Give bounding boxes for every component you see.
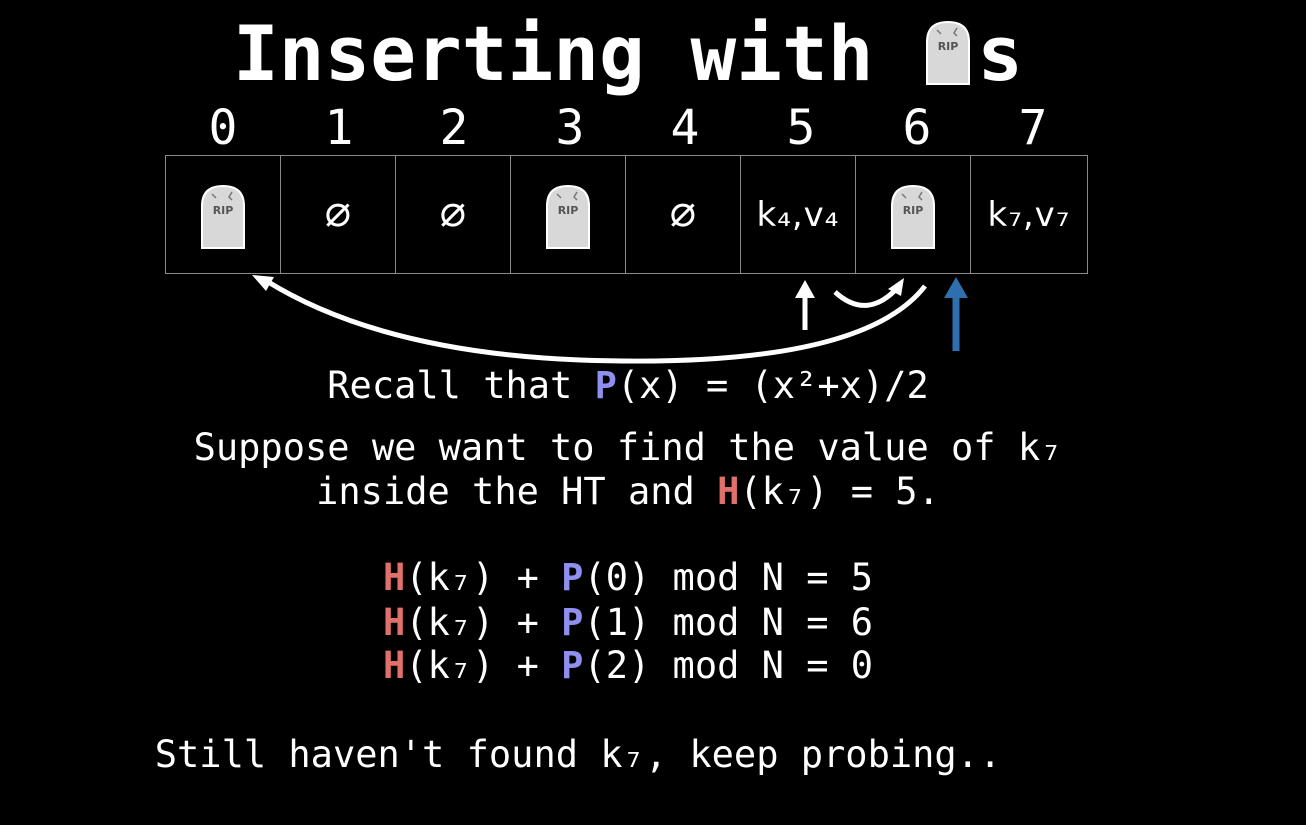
suppose-value: (k₇) = 5. xyxy=(739,470,940,513)
hash-function-label: H xyxy=(382,601,406,644)
curved-arrow-5-to-6 xyxy=(833,283,902,308)
key-value-pair: k₄,v₄ xyxy=(756,194,840,235)
index-label: 5 xyxy=(786,100,816,156)
table-cell-7: k₇,v₇ xyxy=(971,156,1087,273)
slide-title: Inserting with RIP s xyxy=(0,8,1256,100)
hash-function-label: H xyxy=(382,644,406,687)
tomb-label: RIP xyxy=(903,204,924,217)
recall-line: Recall that P(x) = (x²+x)/2 xyxy=(0,364,1256,408)
curved-arrow-6-to-0 xyxy=(263,277,927,364)
table-cell-4: ∅ xyxy=(626,156,741,273)
probe-function-label: P xyxy=(561,644,584,687)
blue-up-arrow xyxy=(944,277,968,351)
tomb-label: RIP xyxy=(213,204,234,217)
probe-result: (1) mod N = 6 xyxy=(583,601,874,644)
null-symbol: ∅ xyxy=(324,189,352,240)
footer-line: Still haven't found k₇, keep probing.. xyxy=(154,733,1002,776)
table-cell-5: k₄,v₄ xyxy=(741,156,856,273)
tomb-label: RIP xyxy=(558,204,579,217)
key-value-pair: k₇,v₇ xyxy=(987,194,1071,235)
table-cell-6: RIP xyxy=(856,156,971,273)
probe-text: (k₇) + xyxy=(405,556,562,599)
hash-function-label: H xyxy=(717,470,740,513)
recall-formula: (x) = (x²+x)/2 xyxy=(616,364,929,407)
index-label: 3 xyxy=(555,100,585,156)
probe-result: (0) mod N = 5 xyxy=(583,556,874,599)
table-cell-2: ∅ xyxy=(396,156,511,273)
suppose-text: inside the HT and xyxy=(316,470,718,513)
index-label: 1 xyxy=(324,100,354,156)
index-label: 7 xyxy=(1018,100,1048,156)
index-label: 4 xyxy=(670,100,700,156)
probe-line-2: H(k₇) + P(2) mod N = 0 xyxy=(0,644,1256,688)
probe-line-1: H(k₇) + P(1) mod N = 6 xyxy=(0,601,1256,645)
probe-function-label: P xyxy=(594,364,617,407)
probe-line-0: H(k₇) + P(0) mod N = 5 xyxy=(0,556,1256,600)
probe-text: (k₇) + xyxy=(405,644,562,687)
table-cell-1: ∅ xyxy=(281,156,396,273)
probe-text: (k₇) + xyxy=(405,601,562,644)
probe-function-label: P xyxy=(561,601,584,644)
tombstone-icon: RIP xyxy=(201,184,245,249)
suppose-line-2: inside the HT and H(k₇) = 5. xyxy=(0,470,1256,514)
tombstone-icon: RIP xyxy=(891,184,935,249)
hash-function-label: H xyxy=(382,556,406,599)
probe-function-label: P xyxy=(561,556,584,599)
probe-result: (2) mod N = 0 xyxy=(583,644,874,687)
null-symbol: ∅ xyxy=(439,189,467,240)
title-prefix: Inserting with xyxy=(232,9,920,98)
suppose-line-1: Suppose we want to find the value of k₇ xyxy=(193,426,1063,469)
tomb-label: RIP xyxy=(938,40,959,53)
index-label: 6 xyxy=(902,100,932,156)
white-up-arrow xyxy=(795,280,815,330)
null-symbol: ∅ xyxy=(669,189,697,240)
recall-text: Recall that xyxy=(327,364,595,407)
tombstone-icon: RIP xyxy=(926,20,971,85)
tombstone-icon: RIP xyxy=(546,184,590,249)
table-cell-3: RIP xyxy=(511,156,626,273)
index-label: 2 xyxy=(439,100,469,156)
index-label: 0 xyxy=(208,100,238,156)
table-cell-0: RIP xyxy=(166,156,281,273)
title-suffix: s xyxy=(977,9,1024,98)
hash-table: RIP ∅ ∅ RIP ∅ k₄,v₄ RIP k₇,v₇ xyxy=(165,155,1088,274)
